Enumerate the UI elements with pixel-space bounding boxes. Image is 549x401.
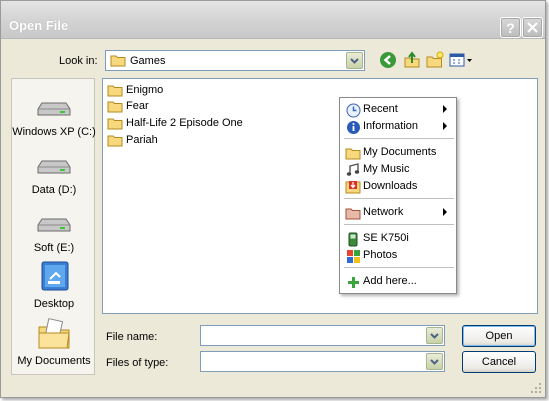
- submenu-arrow-icon: [443, 122, 447, 130]
- list-item-label: Enigmo: [126, 84, 164, 96]
- context-menu: Recent Information My Documents My Music…: [339, 97, 457, 294]
- hard-drive-icon: [37, 218, 71, 232]
- menu-item-label: Downloads: [363, 180, 418, 192]
- view-menu-button[interactable]: [448, 50, 474, 70]
- title-bar[interactable]: Open File ?: [1, 1, 545, 39]
- photos-icon: [346, 249, 360, 263]
- hard-drive-icon: [37, 102, 71, 116]
- folder-icon: [107, 85, 123, 96]
- network-folder-icon: [345, 208, 361, 219]
- place-my-documents[interactable]: My Documents: [12, 318, 96, 367]
- menu-item-label: Network: [363, 206, 404, 218]
- menu-item-label: Information: [363, 120, 419, 132]
- new-folder-icon: [426, 51, 444, 68]
- chevron-down-icon: [430, 358, 439, 365]
- up-folder-icon: [404, 51, 420, 68]
- folder-icon: [107, 101, 123, 112]
- phone-icon: [348, 232, 358, 246]
- up-folder-button[interactable]: [402, 50, 422, 70]
- info-icon: [346, 120, 360, 134]
- back-button[interactable]: [378, 50, 398, 70]
- resize-grip-icon[interactable]: [530, 382, 542, 394]
- menu-separator: [344, 224, 454, 225]
- menu-item-label: My Music: [363, 163, 410, 175]
- menu-item-network[interactable]: Network: [340, 204, 456, 221]
- view-menu-icon: [449, 53, 472, 67]
- files-of-type-label: Files of type:: [106, 357, 169, 369]
- place-soft-e[interactable]: Soft (E:): [12, 205, 96, 254]
- list-item[interactable]: Half-Life 2 Episode One: [107, 115, 243, 131]
- new-folder-button[interactable]: [425, 50, 445, 70]
- menu-item-recent[interactable]: Recent: [340, 101, 456, 118]
- file-list[interactable]: Enigmo Fear Half-Life 2 Episode One Pari…: [102, 78, 538, 314]
- menu-item-label: Photos: [363, 249, 398, 261]
- window-title: Open File: [9, 18, 69, 33]
- place-label: Data (D:): [31, 184, 77, 196]
- menu-item-se-k750i[interactable]: SE K750i: [340, 230, 456, 247]
- chevron-down-icon: [430, 332, 439, 339]
- cancel-button-label: Cancel: [481, 356, 517, 368]
- files-of-type-dropdown-button[interactable]: [426, 353, 443, 370]
- hard-drive-icon: [37, 160, 71, 174]
- list-item[interactable]: Fear: [107, 98, 149, 114]
- place-data-d[interactable]: Data (D:): [12, 147, 96, 196]
- look-in-dropdown-button[interactable]: [346, 52, 363, 69]
- music-icon: [346, 163, 360, 176]
- submenu-arrow-icon: [443, 208, 447, 216]
- downloads-icon: [345, 181, 361, 194]
- list-item[interactable]: Pariah: [107, 132, 158, 148]
- recent-icon: [346, 103, 360, 117]
- files-of-type-dropdown[interactable]: [200, 351, 445, 372]
- menu-item-my-music[interactable]: My Music: [340, 161, 456, 178]
- place-label: Soft (E:): [33, 242, 75, 254]
- cancel-button[interactable]: Cancel: [462, 351, 536, 373]
- menu-item-add-here[interactable]: Add here...: [340, 273, 456, 290]
- menu-separator: [344, 138, 454, 139]
- file-name-dropdown-button[interactable]: [426, 327, 443, 344]
- menu-item-downloads[interactable]: Downloads: [340, 178, 456, 195]
- chevron-down-icon: [350, 57, 359, 64]
- places-bar: Windows XP (C:) Data (D:) Soft (E:) Desk…: [11, 78, 96, 375]
- look-in-label: Look in:: [59, 55, 98, 67]
- list-item[interactable]: Enigmo: [107, 82, 163, 98]
- add-icon: [347, 276, 359, 288]
- open-file-dialog: Open File ? Look in: Games Windows XP (C…: [0, 0, 546, 398]
- help-button-label: ?: [506, 19, 515, 36]
- look-in-value: Games: [130, 55, 166, 67]
- file-name-label: File name:: [106, 331, 158, 343]
- place-windows-xp-c[interactable]: Windows XP (C:): [12, 89, 96, 138]
- help-button[interactable]: ?: [500, 17, 521, 38]
- folder-icon: [107, 135, 123, 146]
- menu-item-label: Add here...: [363, 275, 417, 287]
- folder-icon: [345, 148, 361, 159]
- menu-separator: [344, 267, 454, 268]
- close-button[interactable]: [522, 17, 543, 38]
- look-in-dropdown[interactable]: Games: [105, 50, 365, 71]
- menu-item-information[interactable]: Information: [340, 118, 456, 135]
- place-label: My Documents: [17, 355, 91, 367]
- list-item-label: Half-Life 2 Episode One: [126, 117, 243, 129]
- place-label: Desktop: [33, 298, 75, 310]
- menu-item-label: SE K750i: [363, 232, 409, 244]
- desktop-icon: [41, 261, 69, 291]
- menu-item-label: Recent: [363, 103, 398, 115]
- back-arrow-icon: [380, 52, 396, 68]
- open-button-label: Open: [485, 330, 513, 342]
- menu-item-photos[interactable]: Photos: [340, 247, 456, 264]
- menu-item-label: My Documents: [363, 146, 437, 158]
- my-documents-icon: [38, 318, 70, 349]
- file-name-input[interactable]: [200, 325, 445, 346]
- list-item-label: Pariah: [126, 134, 158, 146]
- place-label: Windows XP (C:): [12, 126, 96, 138]
- menu-separator: [344, 198, 454, 199]
- folder-icon: [110, 55, 126, 67]
- menu-item-my-documents[interactable]: My Documents: [340, 144, 456, 161]
- submenu-arrow-icon: [443, 105, 447, 113]
- place-desktop[interactable]: Desktop: [12, 261, 96, 310]
- list-item-label: Fear: [126, 100, 149, 112]
- folder-icon: [107, 118, 123, 129]
- close-icon: [527, 22, 538, 33]
- open-button[interactable]: Open: [462, 325, 536, 347]
